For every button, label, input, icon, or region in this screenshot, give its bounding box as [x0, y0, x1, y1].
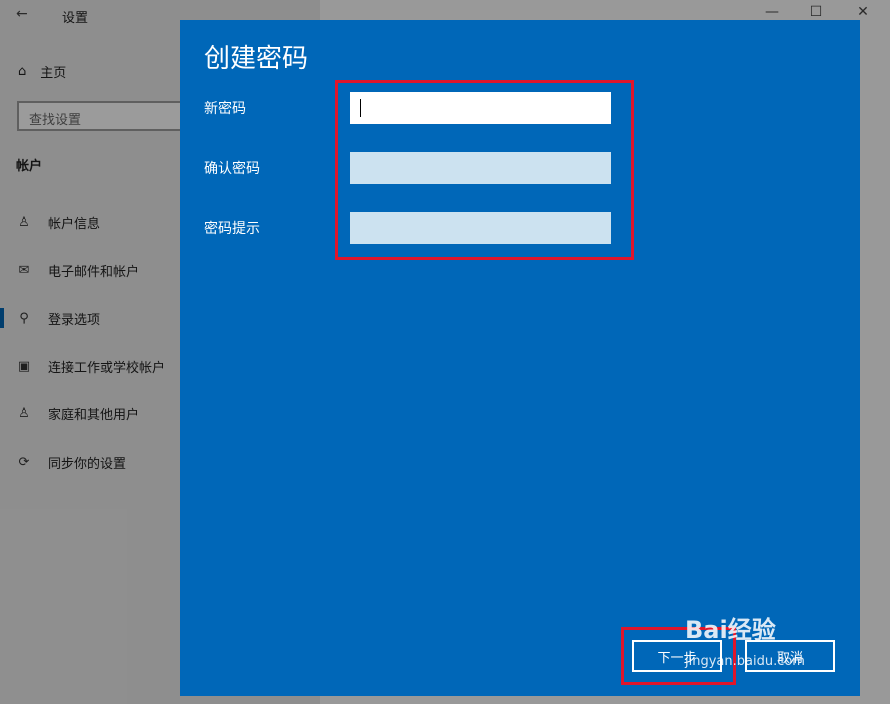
- watermark-top-text: Bai经验: [685, 616, 776, 644]
- dialog-title: 创建密码: [204, 44, 309, 74]
- create-password-dialog: 创建密码 新密码 确认密码 密码提示 下一步 取消: [180, 20, 860, 696]
- fields-highlight-box: [335, 80, 634, 260]
- watermark-url: jingyan.baidu.com: [685, 654, 805, 669]
- password-hint-label: 密码提示: [204, 221, 260, 237]
- baidu-watermark: Bai经验 jingyan.baidu.com: [685, 610, 805, 669]
- confirm-password-label: 确认密码: [204, 161, 260, 177]
- new-password-label: 新密码: [204, 101, 246, 117]
- watermark-logo: Bai经验: [685, 610, 776, 645]
